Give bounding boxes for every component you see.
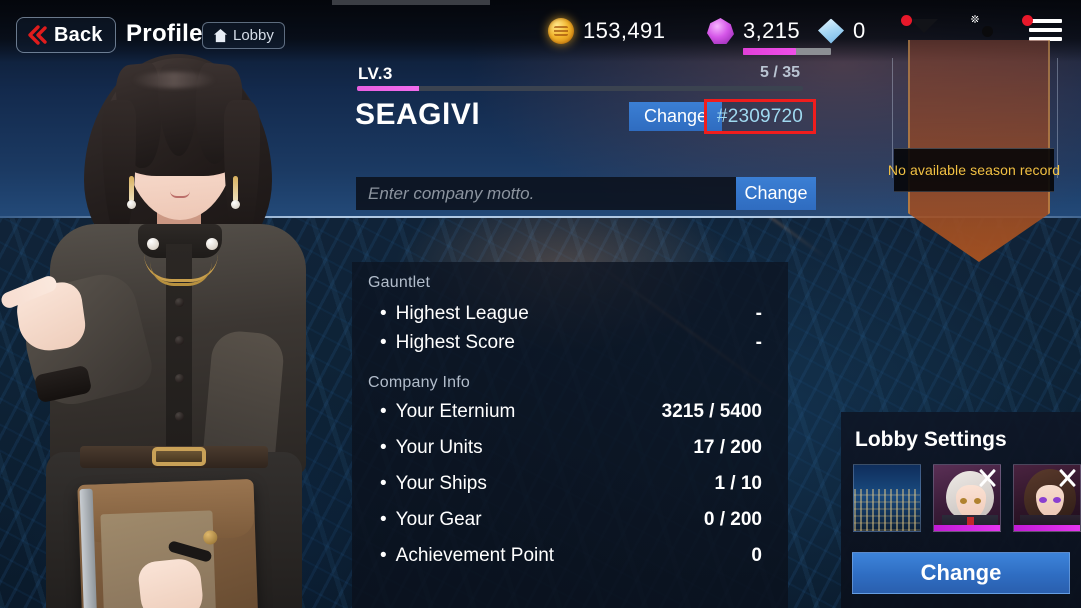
company-motto-input[interactable] <box>356 177 736 210</box>
eternium-progress-bar <box>743 48 831 55</box>
diamond-value: 0 <box>853 18 866 43</box>
stat-label: Your Eternium <box>380 401 516 423</box>
currency-gold[interactable]: 153,491 <box>548 18 665 44</box>
lobby-thumb-character-white-hair[interactable] <box>933 464 1001 532</box>
stats-group-title-company-info: Company Info <box>368 374 471 391</box>
stat-value: 0 / 200 <box>703 509 762 530</box>
stats-panel: Gauntlet Highest League - Highest Score … <box>352 262 788 608</box>
stat-row-your-units: Your Units 17 / 200 <box>380 435 762 461</box>
gold-coin-icon <box>548 18 574 44</box>
crossed-swords-icon <box>977 468 997 488</box>
level-label: LV.3 <box>358 64 393 83</box>
back-button-label: Back <box>54 23 103 46</box>
change-motto-button[interactable]: Change <box>736 177 816 210</box>
company-motto-row: Change <box>356 177 816 210</box>
mail-notification-badge <box>901 15 912 26</box>
lobby-settings-panel: Lobby Settings Change <box>841 412 1081 608</box>
nickname-label: SEAGlVl <box>355 98 481 131</box>
lobby-change-button[interactable]: Change <box>852 552 1070 594</box>
lobby-thumb-city[interactable] <box>853 464 921 532</box>
back-button[interactable]: Back <box>16 17 116 53</box>
page-title: Profile <box>126 20 203 47</box>
lobby-settings-title: Lobby Settings <box>855 428 1007 451</box>
character-portrait-illustration <box>0 48 364 608</box>
home-icon <box>213 28 228 43</box>
crossed-swords-icon <box>1057 468 1077 488</box>
lobby-button-label: Lobby <box>233 27 274 44</box>
currency-diamond[interactable]: 0 <box>818 18 866 44</box>
season-record-message-band: No available season record <box>888 148 1060 192</box>
menu-notification-badge <box>1022 15 1033 26</box>
stat-value: - <box>755 332 762 353</box>
eternium-crystal-icon <box>707 18 734 44</box>
stats-group-title-gauntlet: Gauntlet <box>368 274 431 291</box>
stat-row-your-ships: Your Ships 1 / 10 <box>380 471 762 497</box>
stat-value: 1 / 10 <box>714 473 762 494</box>
xp-progress-bar <box>357 86 803 91</box>
stat-row-your-gear: Your Gear 0 / 200 <box>380 507 762 533</box>
stat-label: Your Ships <box>380 473 487 495</box>
stat-value: 3215 / 5400 <box>661 401 762 422</box>
chevron-left-double-icon <box>26 24 48 46</box>
gold-value: 153,491 <box>583 18 666 43</box>
stat-value: - <box>755 303 762 324</box>
stat-value: 0 <box>751 545 762 566</box>
diamond-gem-icon <box>818 18 844 44</box>
stat-label: Highest Score <box>380 332 515 354</box>
xp-count-label: 5 / 35 <box>759 64 800 81</box>
lobby-thumbnail-list <box>853 464 1081 532</box>
stat-row-highest-league: Highest League - <box>380 301 762 327</box>
stat-row-achievement-point: Achievement Point 0 <box>380 543 762 569</box>
season-record-message: No available season record <box>887 162 1061 178</box>
season-record-banner: No available season record <box>872 38 1060 266</box>
user-id-highlight-box[interactable]: #2309720 <box>704 99 816 134</box>
stat-label: Highest League <box>380 303 529 325</box>
lobby-button[interactable]: Lobby <box>202 22 285 49</box>
eternium-value: 3,215 <box>743 18 801 43</box>
profile-screen: Back Profile Lobby 153,491 3,215 0 LV.3 … <box>0 0 1081 608</box>
stat-row-highest-score: Highest Score - <box>380 330 762 356</box>
lobby-thumb-character-dark-hair[interactable] <box>1013 464 1081 532</box>
stat-label: Your Units <box>380 437 483 459</box>
stat-row-your-eternium: Your Eternium 3215 / 5400 <box>380 399 762 425</box>
stat-label: Achievement Point <box>380 545 554 567</box>
stat-label: Your Gear <box>380 509 482 531</box>
user-id-value: #2309720 <box>716 105 804 127</box>
stat-value: 17 / 200 <box>693 437 762 458</box>
